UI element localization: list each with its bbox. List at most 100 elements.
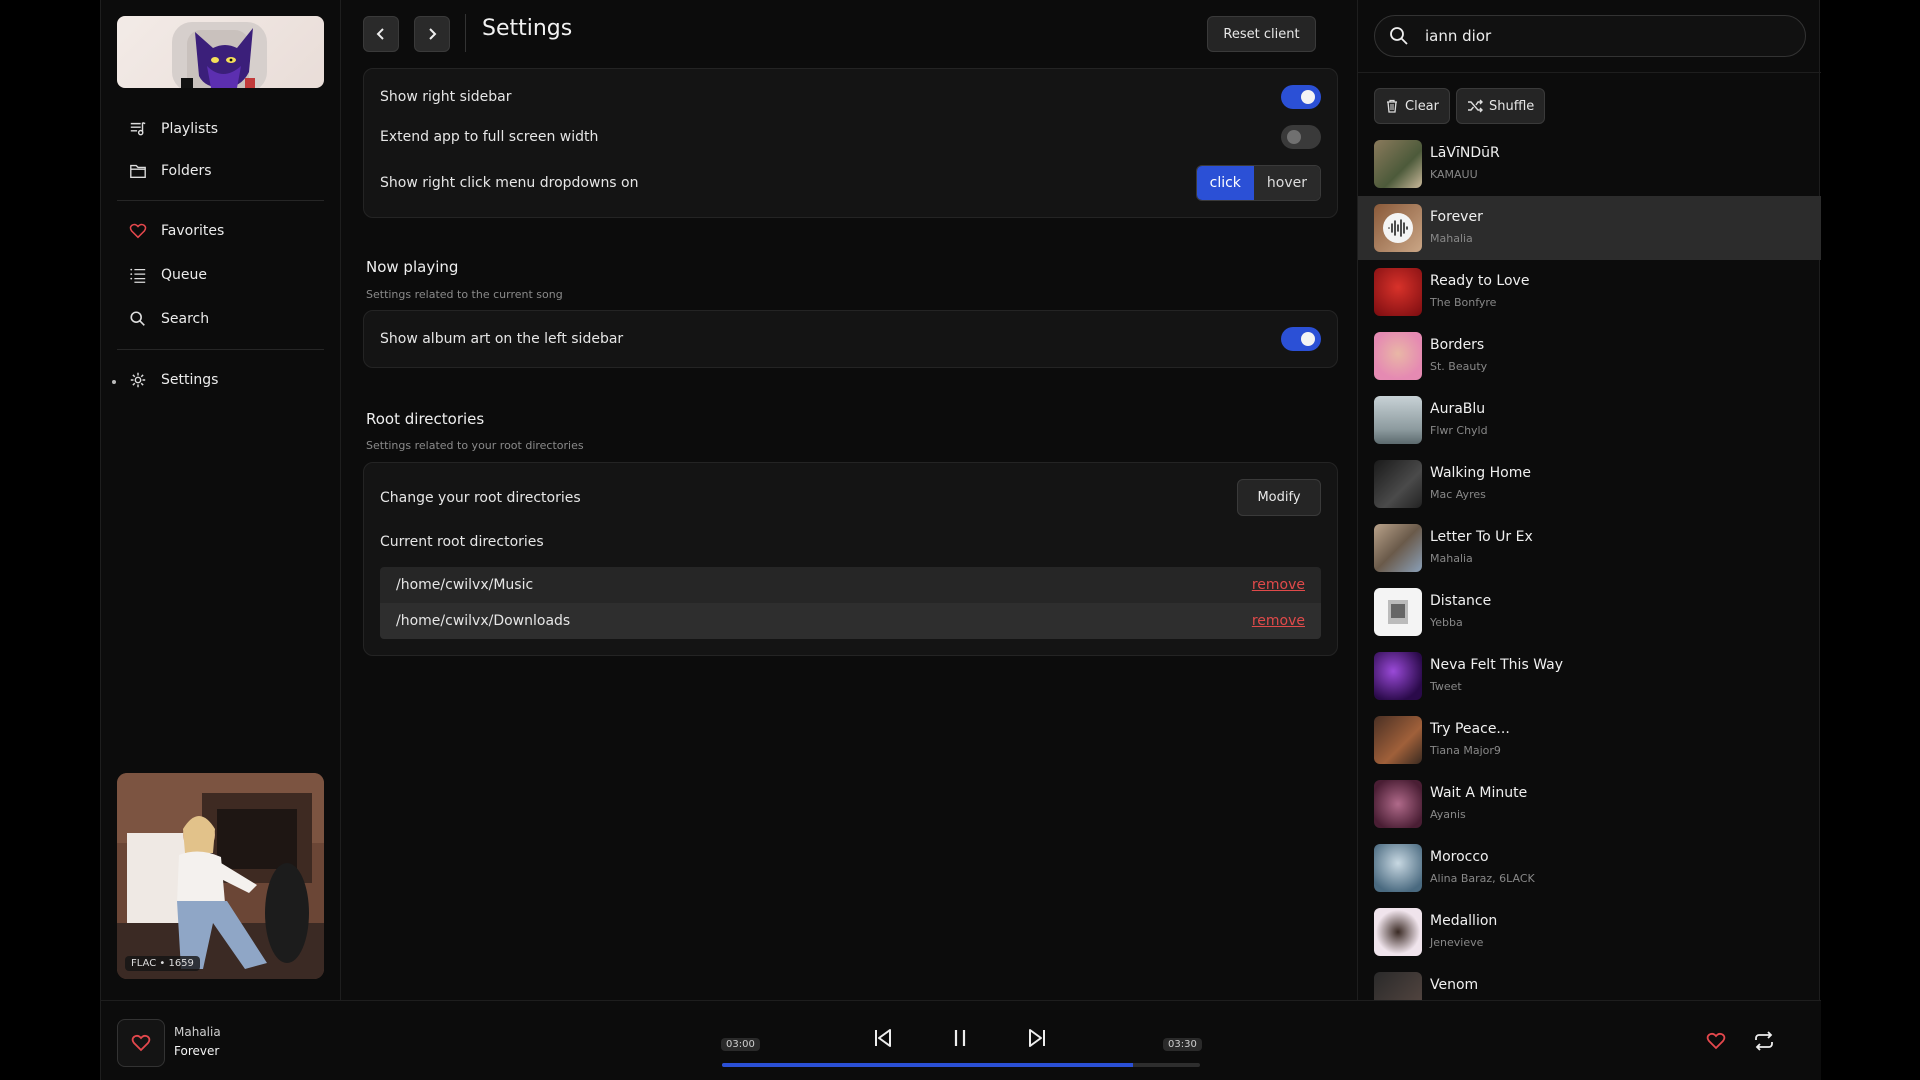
nav-item-folders[interactable]: Folders: [129, 157, 319, 185]
nav-item-search[interactable]: Search: [129, 305, 319, 333]
nav-label-settings: Settings: [161, 372, 219, 388]
queue-track[interactable]: Neva Felt This Way Tweet: [1358, 644, 1821, 708]
previous-button[interactable]: [868, 1023, 898, 1053]
active-indicator: [112, 380, 116, 384]
show-album-art-toggle[interactable]: [1281, 327, 1321, 351]
nav-divider: [117, 200, 324, 201]
track-title: Borders: [1430, 337, 1485, 353]
root-dir-row: /home/cwilvx/Downloads remove: [380, 603, 1321, 639]
track-thumbnail: [1374, 396, 1422, 444]
now-playing-album-art[interactable]: FLAC • 1659: [117, 773, 324, 979]
queue-track[interactable]: Ready to Love The Bonfyre: [1358, 260, 1821, 324]
track-thumbnail: [1374, 972, 1422, 1000]
queue-track[interactable]: Walking Home Mac Ayres: [1358, 452, 1821, 516]
track-artist: Ayanis: [1430, 808, 1466, 821]
option-click[interactable]: click: [1196, 166, 1254, 200]
next-button[interactable]: [1022, 1023, 1052, 1053]
heart-icon: [131, 1034, 151, 1052]
right-click-menu-label: Show right click menu dropdowns on: [380, 175, 639, 191]
page-title: Settings: [482, 16, 573, 41]
seek-bar[interactable]: [722, 1063, 1200, 1067]
like-button[interactable]: [1701, 1026, 1731, 1056]
track-thumbnail: [1374, 140, 1422, 188]
search-input[interactable]: [1425, 27, 1785, 45]
player-bar: Mahalia Forever 03:00 03:30: [101, 1000, 1821, 1080]
root-dirs-card: Change your root directories Modify Curr…: [363, 462, 1338, 656]
track-thumbnail: [1374, 652, 1422, 700]
track-artist: Tiana Major9: [1430, 744, 1501, 757]
queue-track[interactable]: Venom: [1358, 964, 1821, 1000]
nav-label-queue: Queue: [161, 267, 207, 283]
heart-icon: [1706, 1032, 1726, 1050]
back-button[interactable]: [363, 16, 399, 52]
remove-dir-link[interactable]: remove: [1252, 577, 1305, 593]
track-artist: Alina Baraz, 6LACK: [1430, 872, 1535, 885]
chevron-left-icon: [376, 28, 384, 40]
queue-track[interactable]: Medallion Jenevieve: [1358, 900, 1821, 964]
now-playing-card: Show album art on the left sidebar: [363, 310, 1338, 368]
queue-track[interactable]: Distance Yebba: [1358, 580, 1821, 644]
option-hover[interactable]: hover: [1253, 166, 1320, 200]
general-settings-card: Show right sidebar Extend app to full sc…: [363, 68, 1338, 218]
track-artist: Jenevieve: [1430, 936, 1484, 949]
track-thumbnail: [1374, 524, 1422, 572]
show-album-art-label: Show album art on the left sidebar: [380, 331, 624, 347]
queue-track[interactable]: AuraBlu Flwr Chyld: [1358, 388, 1821, 452]
track-title: Venom: [1430, 977, 1479, 993]
track-artist: Mac Ayres: [1430, 488, 1486, 501]
track-title: Walking Home: [1430, 465, 1531, 481]
search-icon: [1390, 27, 1408, 45]
clear-queue-button[interactable]: Clear: [1374, 88, 1450, 124]
pause-button[interactable]: [945, 1023, 975, 1053]
app-logo: [117, 16, 324, 88]
queue-track[interactable]: Morocco Alina Baraz, 6LACK: [1358, 836, 1821, 900]
root-dirs-section-subtitle: Settings related to your root directorie…: [366, 439, 584, 452]
skip-back-icon: [875, 1029, 891, 1047]
change-root-dirs-label: Change your root directories: [380, 490, 581, 506]
skip-forward-icon: [1029, 1029, 1045, 1047]
track-artist: Mahalia: [1430, 232, 1473, 245]
right-sidebar: Clear Shuffle LāVīNDūR KAMAUU Forever Ma…: [1357, 0, 1821, 1000]
nav-label-playlists: Playlists: [161, 121, 219, 137]
now-playing-title[interactable]: Forever: [174, 1044, 219, 1058]
nav-item-queue[interactable]: Queue: [129, 261, 319, 289]
queue-track[interactable]: LāVīNDūR KAMAUU: [1358, 132, 1821, 196]
shuffle-queue-button[interactable]: Shuffle: [1456, 88, 1546, 124]
modify-button[interactable]: Modify: [1237, 479, 1321, 516]
nav-label-favorites: Favorites: [161, 223, 225, 239]
pause-icon: [954, 1030, 966, 1046]
show-right-sidebar-toggle[interactable]: [1281, 85, 1321, 109]
track-title: Forever: [1430, 209, 1483, 225]
nav-item-playlists[interactable]: Playlists: [129, 115, 319, 143]
now-playing-artist[interactable]: Mahalia: [174, 1025, 221, 1039]
chevron-right-icon: [429, 28, 437, 40]
reset-client-button[interactable]: Reset client: [1207, 16, 1316, 52]
remove-dir-link[interactable]: remove: [1252, 613, 1305, 629]
track-title: Morocco: [1430, 849, 1489, 865]
nav-label-folders: Folders: [161, 163, 212, 179]
favorite-track-button[interactable]: [117, 1019, 165, 1067]
queue-track-current[interactable]: Forever Mahalia: [1358, 196, 1821, 260]
extend-full-width-toggle[interactable]: [1281, 125, 1321, 149]
search-bar[interactable]: [1374, 15, 1806, 57]
nav-divider: [117, 349, 324, 350]
track-thumbnail: [1374, 588, 1422, 636]
format-badge: FLAC • 1659: [125, 956, 200, 971]
queue-track[interactable]: Try Peace... Tiana Major9: [1358, 708, 1821, 772]
queue-track[interactable]: Wait A Minute Ayanis: [1358, 772, 1821, 836]
root-dirs-section-title: Root directories: [366, 410, 485, 428]
track-title: Wait A Minute: [1430, 785, 1528, 801]
track-title: Letter To Ur Ex: [1430, 529, 1533, 545]
track-title: LāVīNDūR: [1430, 145, 1500, 161]
nav-item-settings[interactable]: Settings: [129, 366, 319, 394]
trash-icon: [1387, 99, 1397, 113]
repeat-button[interactable]: [1749, 1026, 1779, 1056]
nav-item-favorites[interactable]: Favorites: [129, 217, 319, 245]
track-artist: Flwr Chyld: [1430, 424, 1488, 437]
queue-track[interactable]: Letter To Ur Ex Mahalia: [1358, 516, 1821, 580]
track-thumbnail: [1374, 204, 1422, 252]
queue-track[interactable]: Borders St. Beauty: [1358, 324, 1821, 388]
forward-button[interactable]: [414, 16, 450, 52]
queue-list-icon: [130, 268, 146, 283]
title-divider: [465, 14, 466, 52]
